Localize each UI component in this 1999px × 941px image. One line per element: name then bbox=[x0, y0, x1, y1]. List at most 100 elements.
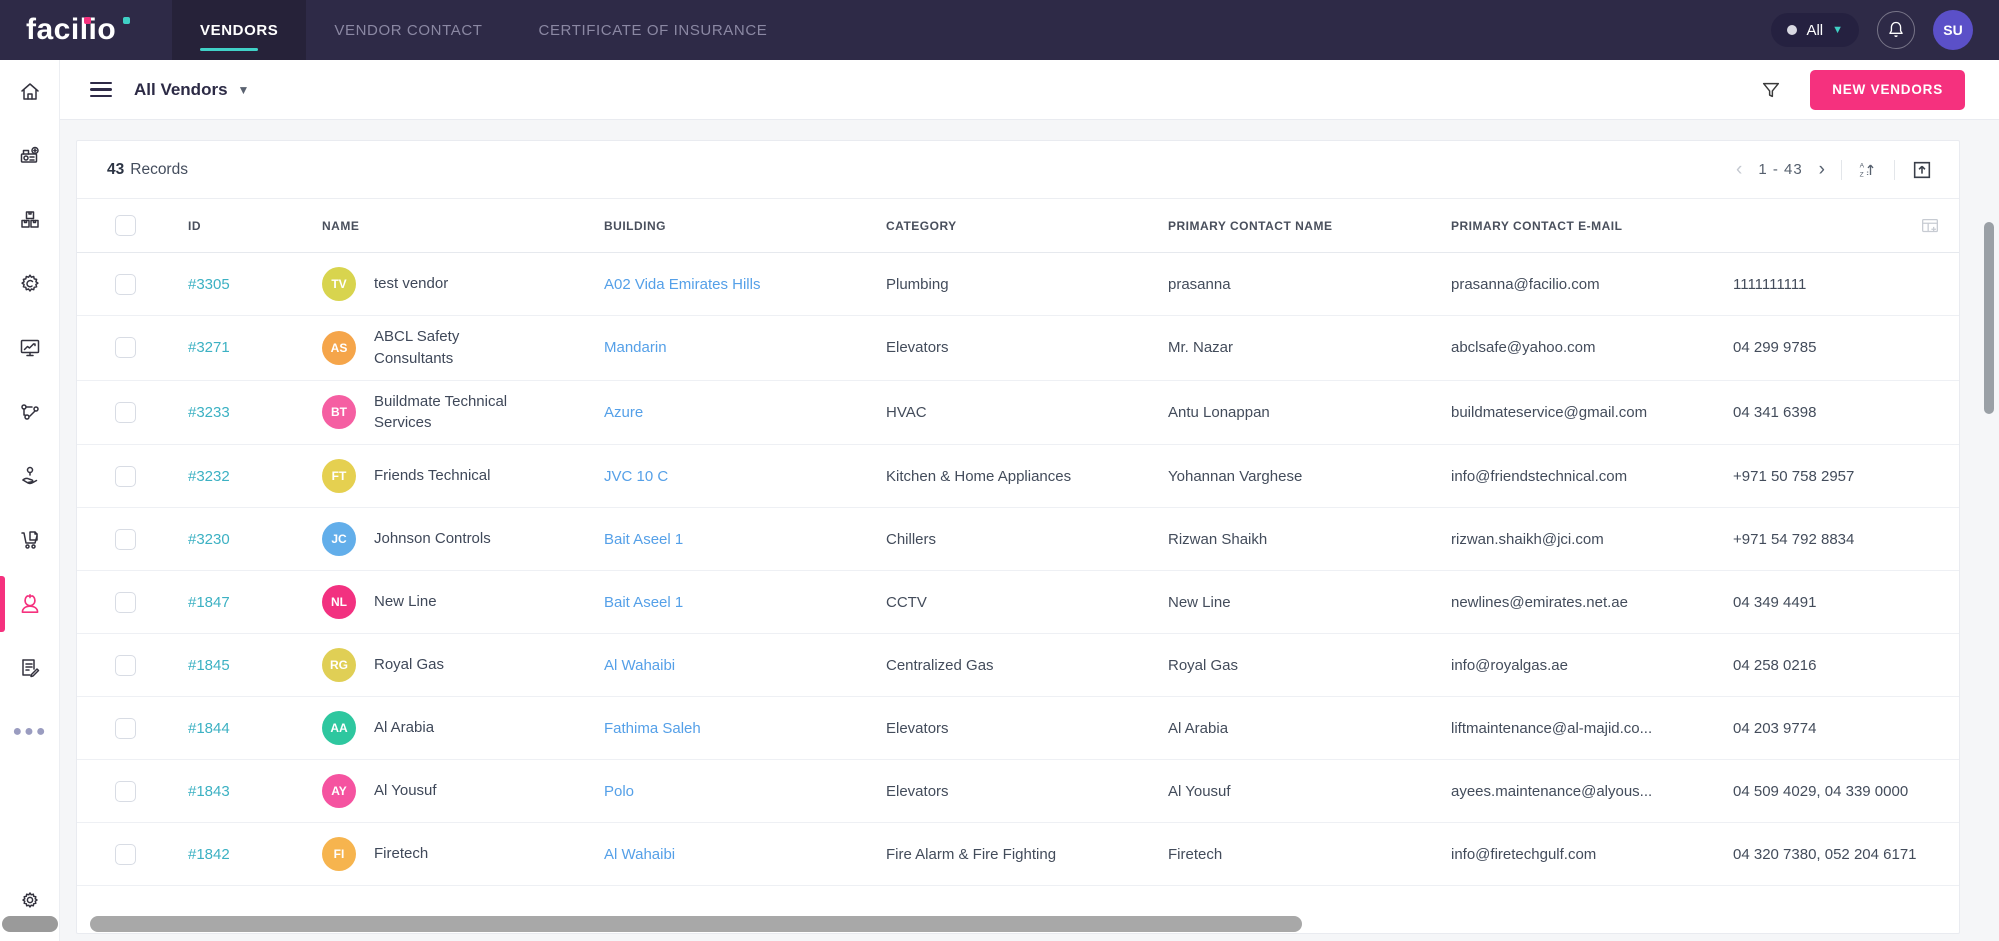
notifications-button[interactable] bbox=[1877, 11, 1915, 49]
phone-number: 04 203 9774 bbox=[1733, 720, 1816, 737]
filter-icon[interactable] bbox=[1760, 79, 1782, 101]
header-primary-contact-name[interactable]: PRIMARY CONTACT NAME bbox=[1168, 219, 1451, 233]
header-category[interactable]: CATEGORY bbox=[886, 219, 1168, 233]
primary-contact-name: Mr. Nazar bbox=[1168, 339, 1233, 356]
vendor-name: Al Yousuf bbox=[374, 780, 437, 802]
table-row: #3230JCJohnson ControlsBait Aseel 1Chill… bbox=[77, 508, 1959, 571]
row-checkbox[interactable] bbox=[115, 781, 136, 802]
row-checkbox[interactable] bbox=[115, 274, 136, 295]
row-checkbox[interactable] bbox=[115, 718, 136, 739]
sort-az-icon: A Z bbox=[1858, 160, 1878, 180]
select-all-checkbox[interactable] bbox=[115, 215, 136, 236]
sidebar-item-home[interactable] bbox=[0, 60, 60, 124]
sidebar-item-inventory[interactable] bbox=[0, 188, 60, 252]
scope-selector[interactable]: All ▼ bbox=[1771, 13, 1859, 47]
primary-contact-email: info@royalgas.ae bbox=[1451, 657, 1568, 674]
horizontal-scrollbar-thumb[interactable] bbox=[90, 916, 1302, 932]
menu-toggle-button[interactable] bbox=[90, 78, 112, 102]
sidebar-item-procurement[interactable] bbox=[0, 508, 60, 572]
phone-number: 04 341 6398 bbox=[1733, 404, 1816, 421]
vendor-id-link[interactable]: #1843 bbox=[188, 783, 230, 800]
sort-button[interactable]: A Z bbox=[1858, 160, 1878, 180]
primary-contact-name: Al Arabia bbox=[1168, 720, 1228, 737]
vendor-avatar: RG bbox=[322, 648, 356, 682]
settings-gear-icon bbox=[18, 889, 42, 913]
header-name[interactable]: NAME bbox=[322, 219, 604, 233]
primary-contact-name: Al Yousuf bbox=[1168, 783, 1231, 800]
tab-vendor-contact[interactable]: VENDOR CONTACT bbox=[306, 0, 510, 60]
vendor-id-link[interactable]: #1844 bbox=[188, 720, 230, 737]
vertical-scrollbar-thumb[interactable] bbox=[1984, 222, 1994, 414]
category-text: Kitchen & Home Appliances bbox=[886, 468, 1071, 485]
vendor-id-link[interactable]: #1845 bbox=[188, 657, 230, 674]
export-button[interactable] bbox=[1911, 159, 1933, 181]
building-link[interactable]: JVC 10 C bbox=[604, 468, 668, 485]
scope-label: All bbox=[1806, 22, 1823, 39]
row-checkbox[interactable] bbox=[115, 844, 136, 865]
row-checkbox[interactable] bbox=[115, 529, 136, 550]
sidebar-item-settings[interactable] bbox=[0, 889, 60, 913]
vendor-id-link[interactable]: #3305 bbox=[188, 276, 230, 293]
building-link[interactable]: A02 Vida Emirates Hills bbox=[604, 276, 760, 293]
building-link[interactable]: Al Wahaibi bbox=[604, 657, 675, 674]
header-building[interactable]: BUILDING bbox=[604, 219, 886, 233]
toolbar-right: NEW VENDORS bbox=[1760, 70, 1965, 110]
vendor-avatar: JC bbox=[322, 522, 356, 556]
category-text: CCTV bbox=[886, 594, 927, 611]
sidebar-item-dashboard[interactable] bbox=[0, 316, 60, 380]
view-title[interactable]: All Vendors bbox=[134, 80, 228, 100]
page-prev-button[interactable]: ‹ bbox=[1736, 160, 1742, 179]
tab-certificate-of-insurance[interactable]: CERTIFICATE OF INSURANCE bbox=[511, 0, 796, 60]
new-vendors-button[interactable]: NEW VENDORS bbox=[1810, 70, 1965, 110]
divider bbox=[1894, 160, 1895, 180]
building-link[interactable]: Azure bbox=[604, 404, 643, 421]
page-next-button[interactable]: › bbox=[1819, 160, 1825, 179]
building-link[interactable]: Bait Aseel 1 bbox=[604, 594, 683, 611]
vendor-id-link[interactable]: #3232 bbox=[188, 468, 230, 485]
row-checkbox[interactable] bbox=[115, 655, 136, 676]
document-edit-icon bbox=[18, 656, 42, 680]
phone-number: +971 54 792 8834 bbox=[1733, 531, 1854, 548]
sidebar-item-vendors[interactable] bbox=[0, 572, 60, 636]
row-checkbox[interactable] bbox=[115, 402, 136, 423]
row-checkbox[interactable] bbox=[115, 466, 136, 487]
building-link[interactable]: Mandarin bbox=[604, 339, 667, 356]
sidebar-item-maintenance[interactable] bbox=[0, 252, 60, 316]
sidebar-item-services[interactable] bbox=[0, 444, 60, 508]
building-link[interactable]: Fathima Saleh bbox=[604, 720, 701, 737]
view-chevron-down-icon[interactable]: ▼ bbox=[238, 83, 250, 97]
primary-contact-email: buildmateservice@gmail.com bbox=[1451, 404, 1647, 421]
facilio-logo: facilio bbox=[0, 0, 172, 60]
vendor-avatar: AY bbox=[322, 774, 356, 808]
primary-contact-name: Yohannan Varghese bbox=[1168, 468, 1302, 485]
vendor-id-link[interactable]: #3271 bbox=[188, 339, 230, 356]
category-text: Centralized Gas bbox=[886, 657, 994, 674]
user-avatar[interactable]: SU bbox=[1933, 10, 1973, 50]
tab-vendors[interactable]: VENDORS bbox=[172, 0, 306, 60]
primary-contact-name: Firetech bbox=[1168, 846, 1222, 863]
page-range: 1 - 43 bbox=[1758, 161, 1802, 178]
vendor-id-link[interactable]: #1847 bbox=[188, 594, 230, 611]
add-column-button[interactable] bbox=[1919, 215, 1941, 242]
row-checkbox[interactable] bbox=[115, 337, 136, 358]
building-link[interactable]: Bait Aseel 1 bbox=[604, 531, 683, 548]
hand-idea-icon bbox=[18, 464, 42, 488]
vendor-name: test vendor bbox=[374, 273, 448, 295]
header-id[interactable]: ID bbox=[188, 219, 322, 233]
table-row: #1845RGRoyal GasAl WahaibiCentralized Ga… bbox=[77, 634, 1959, 697]
page-horizontal-scrollbar-thumb[interactable] bbox=[2, 916, 58, 932]
building-link[interactable]: Al Wahaibi bbox=[604, 846, 675, 863]
vendor-id-link[interactable]: #3230 bbox=[188, 531, 230, 548]
vendor-avatar: FI bbox=[322, 837, 356, 871]
primary-contact-name: Rizwan Shaikh bbox=[1168, 531, 1267, 548]
sidebar-item-workflow[interactable] bbox=[0, 380, 60, 444]
table-row: #3305TVtest vendorA02 Vida Emirates Hill… bbox=[77, 253, 1959, 316]
header-primary-contact-email[interactable]: PRIMARY CONTACT E-MAIL bbox=[1451, 219, 1733, 233]
building-link[interactable]: Polo bbox=[604, 783, 634, 800]
sidebar-item-contracts[interactable] bbox=[0, 636, 60, 700]
vendor-id-link[interactable]: #3233 bbox=[188, 404, 230, 421]
row-checkbox[interactable] bbox=[115, 592, 136, 613]
sidebar-item-more[interactable]: ●●● bbox=[0, 700, 60, 764]
vendor-id-link[interactable]: #1842 bbox=[188, 846, 230, 863]
sidebar-item-finance[interactable] bbox=[0, 124, 60, 188]
